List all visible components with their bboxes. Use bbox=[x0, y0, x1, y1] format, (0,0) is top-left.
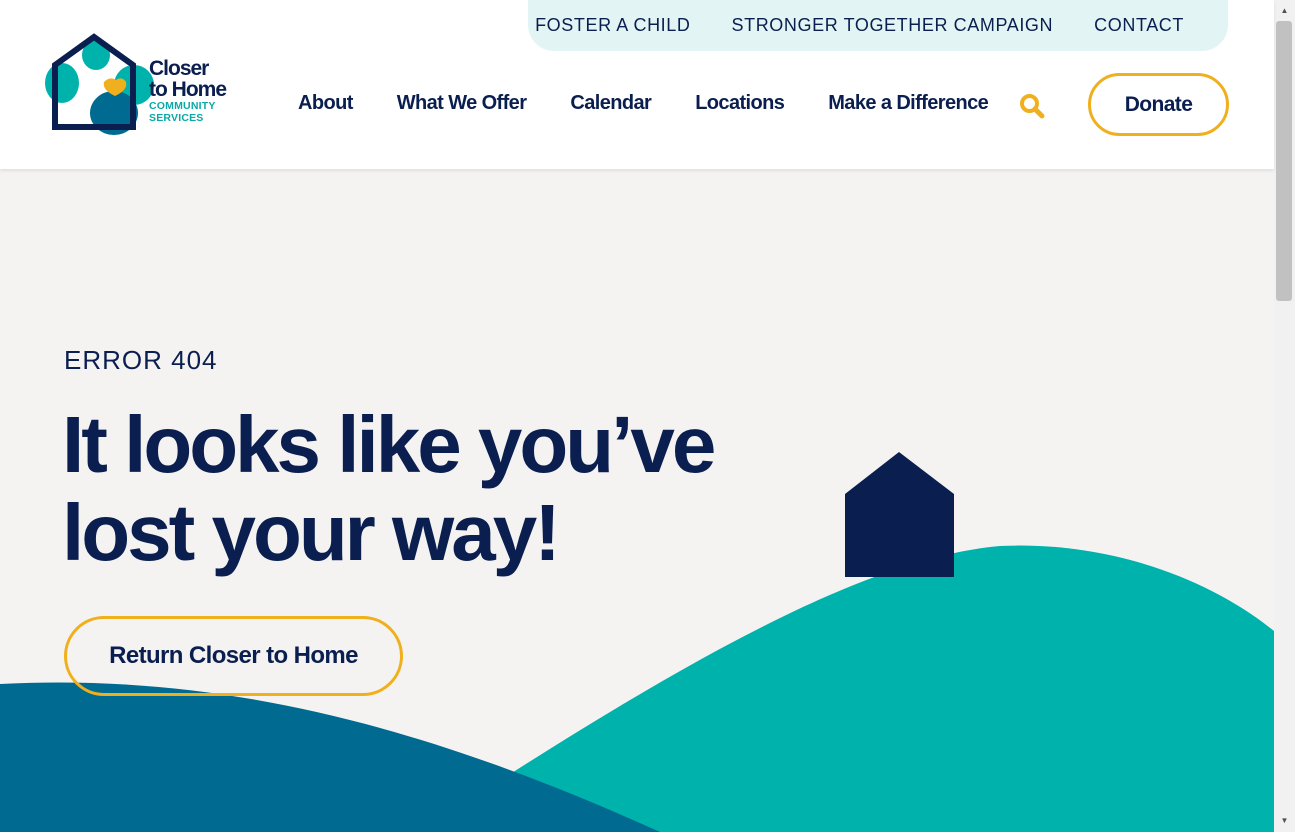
main-nav: About What We Offer Calendar Locations M… bbox=[298, 92, 989, 115]
nav-item-locations[interactable]: Locations bbox=[695, 92, 785, 115]
site-header: FOSTER A CHILD STRONGER TOGETHER CAMPAIG… bbox=[0, 0, 1274, 169]
logo-line-3: COMMUNITY bbox=[149, 100, 216, 112]
logo-wordmark: Closer to Home COMMUNITY SERVICES bbox=[149, 57, 227, 124]
scroll-down-icon[interactable]: ▼ bbox=[1274, 812, 1295, 829]
return-home-button[interactable]: Return Closer to Home bbox=[64, 616, 403, 696]
utility-link-contact[interactable]: CONTACT bbox=[1094, 15, 1184, 36]
utility-link-foster-a-child[interactable]: FOSTER A CHILD bbox=[535, 15, 690, 36]
utility-link-stronger-together[interactable]: STRONGER TOGETHER CAMPAIGN bbox=[732, 15, 1054, 36]
scrollbar[interactable]: ▲ ▼ bbox=[1274, 0, 1295, 832]
logo-line-2: to Home bbox=[149, 78, 227, 101]
error-hero: ERROR 404 It looks like you’ve lost your… bbox=[0, 169, 1274, 832]
house-icon bbox=[845, 452, 954, 577]
donate-button[interactable]: Donate bbox=[1088, 73, 1229, 136]
nav-item-what-we-offer[interactable]: What We Offer bbox=[397, 92, 527, 115]
error-code: ERROR 404 bbox=[64, 345, 218, 375]
search-icon bbox=[1020, 94, 1045, 119]
logo-line-4: SERVICES bbox=[149, 112, 204, 124]
utility-nav: FOSTER A CHILD STRONGER TOGETHER CAMPAIG… bbox=[528, 0, 1228, 51]
scroll-up-icon[interactable]: ▲ bbox=[1274, 2, 1295, 19]
page-title: It looks like you’ve lost your way! bbox=[62, 400, 716, 577]
logo-line-1: Closer bbox=[149, 57, 209, 80]
nav-item-about[interactable]: About bbox=[298, 92, 353, 115]
scroll-thumb[interactable] bbox=[1276, 21, 1292, 301]
nav-item-make-a-difference[interactable]: Make a Difference bbox=[828, 92, 988, 115]
nav-item-calendar[interactable]: Calendar bbox=[570, 92, 651, 115]
search-button[interactable] bbox=[1019, 93, 1045, 119]
